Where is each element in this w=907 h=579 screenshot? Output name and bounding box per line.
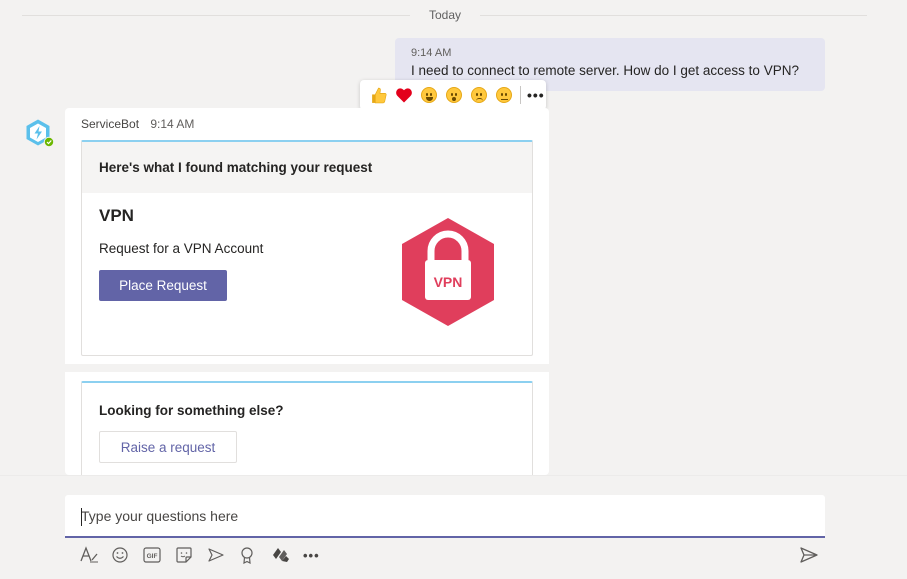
message-text: I need to connect to remote server. How … bbox=[411, 63, 799, 78]
format-icon[interactable] bbox=[79, 545, 111, 565]
card-description: Request for a VPN Account bbox=[99, 241, 264, 256]
app-icon[interactable] bbox=[271, 545, 303, 565]
send-button[interactable] bbox=[799, 546, 819, 564]
raise-request-button[interactable]: Raise a request bbox=[99, 431, 237, 463]
meet-icon[interactable] bbox=[207, 545, 239, 565]
more-options-icon[interactable]: ••• bbox=[303, 545, 335, 565]
compose-toolbar: GIF ••• bbox=[79, 545, 335, 565]
bot-message-timestamp: 9:14 AM bbox=[150, 117, 195, 131]
adaptive-card-result: Here's what I found matching your reques… bbox=[81, 140, 533, 356]
adaptive-card-alternative: Looking for something else? Raise a requ… bbox=[81, 381, 533, 481]
text-cursor bbox=[81, 508, 82, 526]
laugh-icon[interactable] bbox=[416, 83, 441, 108]
bot-avatar[interactable] bbox=[24, 118, 55, 148]
reaction-separator bbox=[520, 86, 521, 104]
card-title: VPN bbox=[99, 206, 134, 225]
gif-icon[interactable]: GIF bbox=[143, 545, 175, 565]
message-input[interactable] bbox=[65, 495, 825, 536]
sticker-icon[interactable] bbox=[175, 545, 207, 565]
reaction-bar: ••• bbox=[360, 80, 546, 110]
sad-icon[interactable] bbox=[466, 83, 491, 108]
card-separator bbox=[65, 364, 549, 372]
bot-message: ServiceBot 9:14 AM Here's what I found m… bbox=[65, 108, 549, 481]
praise-icon[interactable] bbox=[239, 545, 271, 565]
divider-line-right bbox=[480, 15, 867, 16]
send-icon bbox=[800, 547, 818, 563]
compose-box[interactable] bbox=[65, 495, 825, 538]
svg-text:GIF: GIF bbox=[147, 553, 158, 560]
emoji-icon[interactable] bbox=[111, 545, 143, 565]
vpn-lock-icon: VPN bbox=[398, 216, 498, 328]
angry-icon[interactable] bbox=[491, 83, 516, 108]
day-divider: Today bbox=[22, 8, 867, 22]
compose-area: GIF ••• bbox=[0, 475, 907, 579]
like-icon[interactable] bbox=[366, 83, 391, 108]
vpn-badge-text: VPN bbox=[434, 274, 463, 290]
card-header: Here's what I found matching your reques… bbox=[82, 142, 532, 193]
day-divider-label: Today bbox=[428, 8, 462, 22]
heart-icon[interactable] bbox=[391, 83, 416, 108]
divider-line-left bbox=[22, 15, 410, 16]
bot-sender-name: ServiceBot bbox=[81, 117, 140, 131]
bot-avatar-icon bbox=[26, 119, 55, 148]
message-timestamp: 9:14 AM bbox=[411, 47, 452, 59]
surprised-icon[interactable] bbox=[441, 83, 466, 108]
more-options-icon[interactable]: ••• bbox=[527, 88, 545, 102]
bot-message-header: ServiceBot 9:14 AM bbox=[81, 117, 194, 131]
place-request-button[interactable]: Place Request bbox=[99, 270, 227, 301]
card-title: Looking for something else? bbox=[99, 403, 284, 418]
